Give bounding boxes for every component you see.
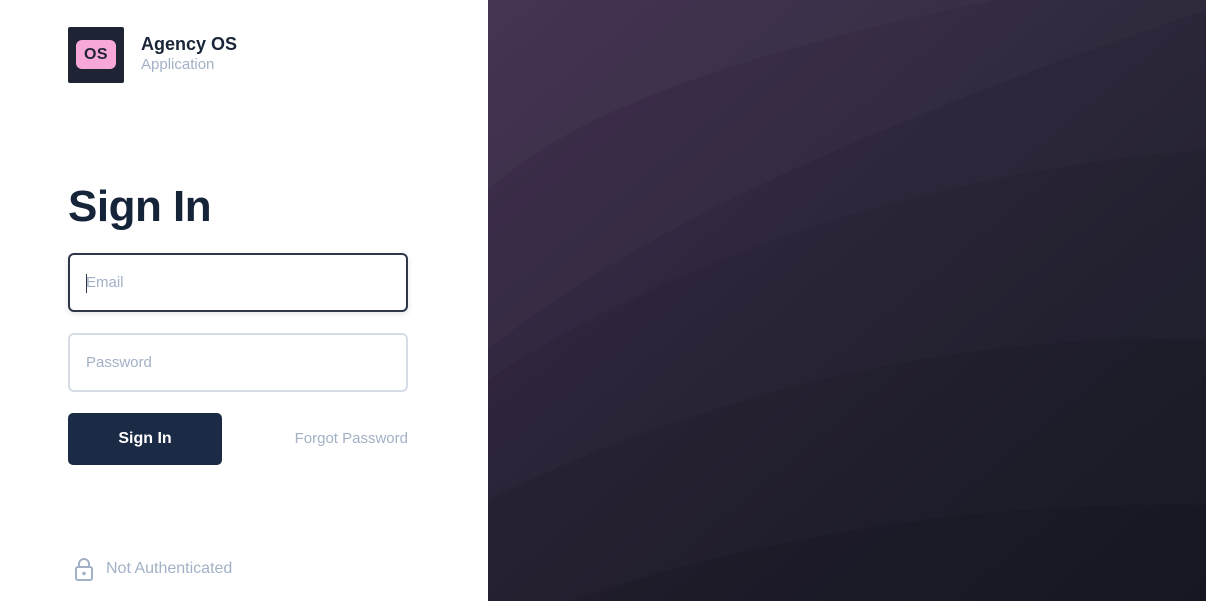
lock-icon — [74, 557, 94, 581]
brand-text: Agency OS Application — [141, 34, 237, 75]
sign-in-button[interactable]: Sign In — [68, 413, 222, 465]
background-waves — [488, 0, 1206, 601]
page-title: Sign In — [68, 182, 212, 231]
password-field[interactable] — [70, 335, 406, 390]
background-art-panel — [488, 0, 1206, 601]
app-name: Agency OS — [141, 34, 238, 54]
logo-badge: OS — [76, 40, 116, 69]
text-caret — [86, 274, 87, 293]
app-logo: OS — [68, 27, 124, 83]
login-panel: OS Agency OS Application Sign In Sign In… — [0, 0, 488, 601]
forgot-password-link[interactable]: Forgot Password — [295, 430, 408, 447]
password-field-wrapper — [68, 333, 408, 392]
email-field-wrapper — [68, 253, 408, 312]
auth-status: Not Authenticated — [74, 557, 232, 581]
app-subtitle: Application — [141, 56, 215, 73]
auth-status-label: Not Authenticated — [106, 560, 233, 577]
brand: OS Agency OS Application — [68, 27, 237, 83]
email-field[interactable] — [70, 255, 406, 310]
